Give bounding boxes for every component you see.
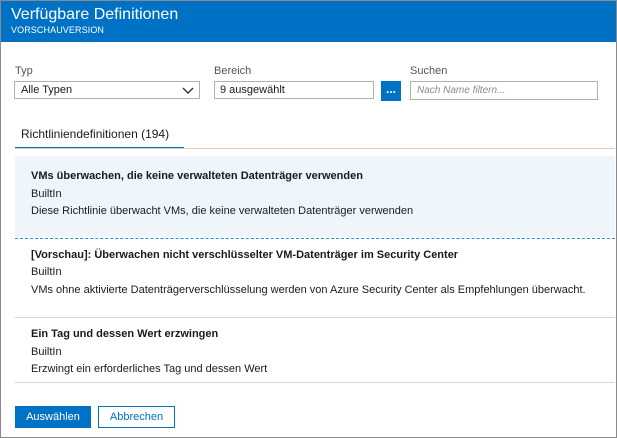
- definition-description: VMs ohne aktivierte Datenträgerverschlüs…: [31, 284, 586, 296]
- cancel-button[interactable]: Abbrechen: [98, 406, 175, 428]
- definition-type: BuiltIn: [31, 266, 62, 278]
- select-button[interactable]: Auswählen: [15, 406, 91, 428]
- type-label: Typ: [15, 65, 33, 77]
- dialog-window: Verfügbare Definitionen VORSCHAUVERSION …: [0, 0, 617, 438]
- tab-policy-definitions-label: Richtliniendefinitionen (194): [21, 127, 170, 141]
- scope-field[interactable]: 9 ausgewählt: [214, 81, 374, 99]
- dialog-header: Verfügbare Definitionen VORSCHAUVERSION: [1, 1, 616, 42]
- scope-label: Bereich: [214, 65, 252, 77]
- dialog-title: Verfügbare Definitionen: [11, 6, 179, 23]
- definitions-list: VMs überwachen, die keine verwalteten Da…: [15, 156, 615, 383]
- search-label: Suchen: [410, 65, 448, 77]
- tab-policy-definitions[interactable]: Richtliniendefinitionen (194): [15, 127, 184, 149]
- type-dropdown[interactable]: Alle Typen: [14, 81, 200, 99]
- definition-name: [Vorschau]: Überwachen nicht verschlüsse…: [31, 249, 459, 261]
- tab-divider: [15, 148, 615, 149]
- type-dropdown-value: Alle Typen: [21, 84, 73, 96]
- list-item[interactable]: [Vorschau]: Überwachen nicht verschlüsse…: [15, 239, 615, 316]
- list-divider: [15, 382, 615, 383]
- scope-picker-button[interactable]: ...: [381, 81, 401, 101]
- dialog-subtitle: VORSCHAUVERSION: [11, 25, 105, 35]
- list-item[interactable]: VMs überwachen, die keine verwalteten Da…: [15, 156, 615, 237]
- definition-description: Diese Richtlinie überwacht VMs, die kein…: [31, 205, 414, 217]
- scope-field-value: 9 ausgewählt: [220, 84, 285, 96]
- definition-description: Erzwingt ein erforderliches Tag und dess…: [31, 363, 268, 375]
- search-input[interactable]: [410, 81, 598, 100]
- chevron-down-icon: [182, 87, 194, 94]
- definition-name: VMs überwachen, die keine verwalteten Da…: [31, 170, 363, 182]
- list-item[interactable]: Ein Tag und dessen Wert erzwingen BuiltI…: [15, 318, 615, 382]
- definition-type: BuiltIn: [31, 188, 62, 200]
- definition-name: Ein Tag und dessen Wert erzwingen: [31, 328, 219, 340]
- definition-type: BuiltIn: [31, 346, 62, 358]
